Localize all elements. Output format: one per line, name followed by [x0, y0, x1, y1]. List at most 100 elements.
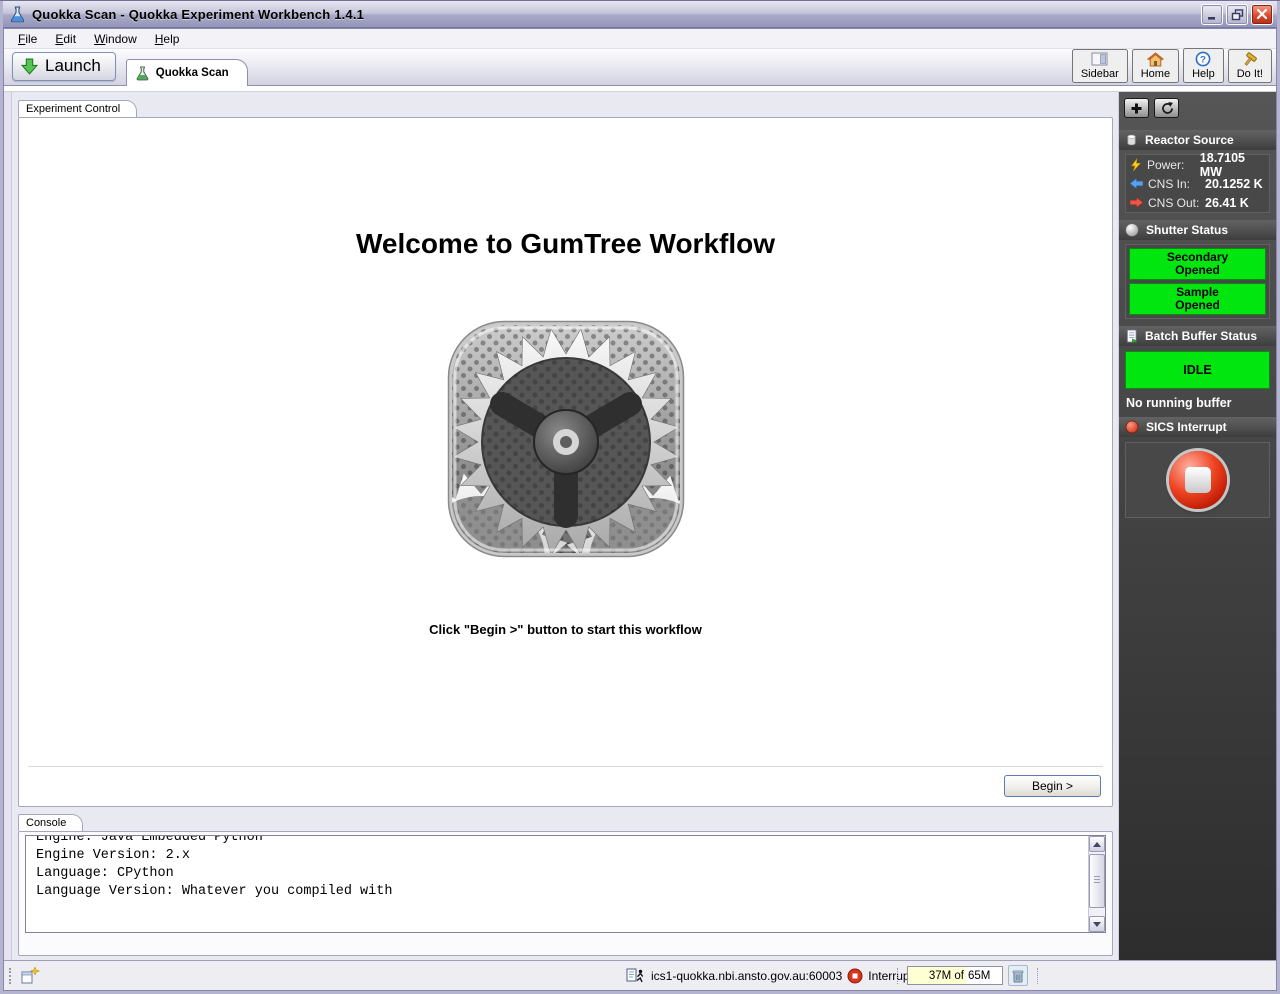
- home-button-label: Home: [1141, 68, 1170, 80]
- cns-in-value: 20.1252 K: [1205, 177, 1263, 191]
- plus-icon: [1130, 102, 1143, 115]
- arrow-right-icon: [1130, 196, 1143, 209]
- tab-quokka-scan-label: Quokka Scan: [156, 67, 229, 79]
- reactor-source-header: Reactor Source: [1119, 130, 1276, 150]
- launch-button[interactable]: Launch: [12, 52, 116, 81]
- do-it-button-label: Do It!: [1237, 68, 1263, 80]
- heap-used: 37M of: [929, 970, 964, 982]
- console-view: Console Engine: Java Embedded PythonEngi…: [18, 814, 1113, 956]
- fastview-bar: [4, 92, 12, 960]
- close-button[interactable]: [1251, 4, 1273, 25]
- cns-out-row: CNS Out: 26.41 K: [1126, 193, 1269, 212]
- garbage-collect-button[interactable]: [1008, 965, 1028, 986]
- cns-in-row: CNS In: 20.1252 K: [1126, 174, 1269, 193]
- sidebar-toggle-button[interactable]: Sidebar: [1072, 49, 1128, 83]
- hammer-icon: [1242, 52, 1258, 67]
- power-value: 18.7105 MW: [1200, 151, 1265, 179]
- sics-stop-button[interactable]: [1169, 451, 1227, 509]
- interrupt-dot-icon: [1125, 420, 1139, 434]
- home-icon: [1147, 52, 1164, 67]
- statusbar: ics1-quokka.nbi.ansto.gov.au:60003 Inter…: [4, 960, 1276, 990]
- help-button-label: Help: [1192, 68, 1215, 80]
- console-scrollbar[interactable]: [1088, 836, 1105, 932]
- reactor-icon: [1125, 133, 1138, 147]
- titlebar[interactable]: Quokka Scan - Quokka Experiment Workbenc…: [3, 1, 1277, 28]
- restore-button[interactable]: [1226, 4, 1248, 25]
- workflow-panel: Welcome to GumTree Workflow: [18, 117, 1113, 807]
- minimize-button[interactable]: [1201, 4, 1223, 25]
- experiment-control-view: Experiment Control Welcome to GumTree Wo…: [18, 100, 1113, 807]
- power-row: Power: 18.7105 MW: [1126, 155, 1269, 174]
- view-sparkle-icon: [19, 966, 41, 985]
- menu-help[interactable]: Help: [147, 30, 188, 48]
- statusbar-separator-1: [897, 961, 898, 990]
- scroll-track[interactable]: [1089, 852, 1105, 916]
- app-window: Quokka Scan - Quokka Experiment Workbenc…: [0, 0, 1280, 994]
- batch-status-box: IDLE: [1125, 351, 1270, 389]
- console-output[interactable]: Engine: Java Embedded PythonEngine Versi…: [26, 835, 1088, 932]
- sics-panel: [1125, 442, 1270, 518]
- shutter-status-title: Shutter Status: [1146, 223, 1228, 237]
- scroll-down-button[interactable]: [1089, 916, 1105, 932]
- batch-note: No running buffer: [1126, 396, 1276, 410]
- batch-script-icon: [1125, 329, 1138, 344]
- do-it-button[interactable]: Do It!: [1228, 49, 1272, 83]
- menu-window[interactable]: Window: [86, 30, 145, 48]
- down-arrow-icon: [21, 58, 38, 75]
- begin-button[interactable]: Begin >: [1004, 775, 1101, 797]
- svg-text:?: ?: [1200, 55, 1206, 66]
- secondary-shutter-status: Secondary Opened: [1129, 248, 1266, 280]
- flask-icon: [135, 66, 150, 81]
- interrupt-icon: [847, 968, 863, 984]
- window-title: Quokka Scan - Quokka Experiment Workbenc…: [32, 7, 1195, 22]
- reset-button[interactable]: [1154, 98, 1179, 118]
- batch-buffer-header: Batch Buffer Status: [1119, 326, 1276, 346]
- heap-status: 37M of 65M: [907, 961, 1038, 990]
- tab-console[interactable]: Console: [18, 814, 83, 831]
- menu-edit[interactable]: Edit: [47, 30, 84, 48]
- cns-out-value: 26.41 K: [1205, 196, 1249, 210]
- tab-experiment-control-label: Experiment Control: [26, 103, 120, 115]
- home-button[interactable]: Home: [1132, 49, 1179, 83]
- sidebar-icon: [1091, 52, 1108, 67]
- menu-file[interactable]: File: [10, 30, 45, 48]
- scroll-thumb[interactable]: [1089, 854, 1105, 908]
- welcome-title: Welcome to GumTree Workflow: [356, 228, 775, 260]
- reactor-source-title: Reactor Source: [1145, 133, 1234, 147]
- console-body: Engine: Java Embedded PythonEngine Versi…: [18, 831, 1113, 956]
- menubar: File Edit Window Help: [4, 29, 1276, 49]
- settings-gear-icon: [447, 320, 685, 558]
- tab-quokka-scan[interactable]: Quokka Scan: [126, 59, 248, 86]
- sidebar-filler: [1119, 518, 1276, 960]
- fastview-handle[interactable]: [9, 968, 11, 984]
- toolbar: Launch Quokka Scan Sidebar: [4, 49, 1276, 86]
- power-label: Power:: [1147, 158, 1195, 172]
- sics-interrupt-title: SICS Interrupt: [1146, 420, 1227, 434]
- trash-icon: [1012, 969, 1024, 983]
- shutter-status-header: Shutter Status: [1119, 220, 1276, 240]
- sics-interrupt-header: SICS Interrupt: [1119, 417, 1276, 437]
- power-icon: [1130, 158, 1142, 172]
- reset-icon: [1160, 101, 1174, 115]
- help-icon: ?: [1195, 51, 1211, 67]
- restore-view-button[interactable]: [19, 961, 41, 990]
- scroll-up-button[interactable]: [1089, 836, 1105, 852]
- reactor-panel: Power: 18.7105 MW CNS In: 20.1252 K: [1125, 154, 1270, 213]
- cns-in-label: CNS In:: [1148, 177, 1200, 191]
- launch-label: Launch: [45, 56, 101, 76]
- sidebar-button-label: Sidebar: [1081, 68, 1119, 80]
- heap-total: 65M: [966, 970, 990, 982]
- tab-experiment-control[interactable]: Experiment Control: [18, 100, 137, 117]
- cns-out-label: CNS Out:: [1148, 196, 1200, 210]
- shutter-panel: Secondary Opened Sample Opened: [1125, 244, 1270, 319]
- help-button[interactable]: ? Help: [1183, 48, 1224, 83]
- server-status: ics1-quokka.nbi.ansto.gov.au:60003 Inter…: [626, 961, 913, 990]
- arrow-left-icon: [1130, 177, 1143, 190]
- batch-buffer-title: Batch Buffer Status: [1145, 329, 1257, 343]
- shutter-icon: [1125, 223, 1139, 237]
- workflow-button-bar: Begin >: [28, 766, 1103, 806]
- heap-gauge: 37M of 65M: [907, 966, 1003, 985]
- tab-console-label: Console: [26, 817, 66, 829]
- server-address: ics1-quokka.nbi.ansto.gov.au:60003: [651, 969, 842, 983]
- add-button[interactable]: [1124, 98, 1149, 118]
